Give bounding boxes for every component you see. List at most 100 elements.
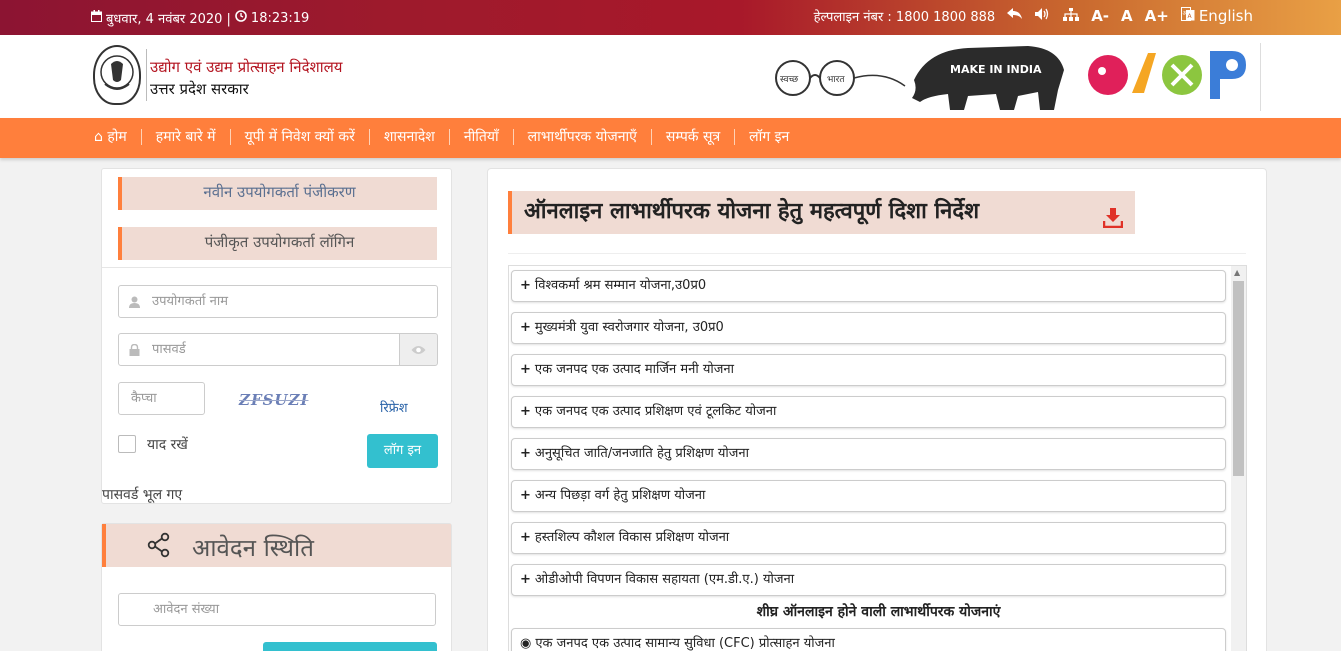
calendar-icon <box>91 10 102 26</box>
captcha-image: ZFSUZI <box>239 391 309 409</box>
password-input[interactable]: पासवर्ड <box>118 333 400 366</box>
nav-item-why-invest[interactable]: यूपी में निवेश क्यों करें <box>229 129 369 145</box>
scheme-label: अनुसूचित जाति/जनजाति हेतु प्रशिक्षण योजन… <box>534 446 749 461</box>
swachh-left-text: स्वच्छ <box>780 75 799 85</box>
upcoming-scheme-label: एक जनपद एक उत्पाद सामान्य सुविधा (CFC) प… <box>535 636 835 651</box>
application-status-title: आवेदन स्थिति <box>192 534 314 562</box>
schemes-heading-text: ऑनलाइन लाभार्थीपरक योजना हेतु महत्वपूर्ण… <box>524 199 980 224</box>
up-emblem-logo[interactable] <box>93 45 141 105</box>
language-toggle[interactable]: अA English <box>1180 7 1253 25</box>
share-icon <box>146 532 172 558</box>
main-nav: ⌂ होम हमारे बारे में यूपी में निवेश क्यो… <box>0 118 1341 158</box>
plus-icon: + <box>520 278 531 293</box>
login-divider <box>102 267 451 268</box>
user-icon <box>129 286 140 320</box>
application-number-input[interactable]: आवेदन संख्या <box>118 593 436 626</box>
plus-icon: + <box>520 404 531 419</box>
scheme-label: एक जनपद एक उत्पाद प्रशिक्षण एवं टूलकिट य… <box>534 404 777 419</box>
scroll-up-icon[interactable]: ▲ <box>1234 268 1240 277</box>
time-text: 18:23:19 <box>250 10 310 26</box>
scheme-label: विश्वकर्मा श्रम सम्मान योजना,उ0प्र0 <box>534 278 707 293</box>
plus-icon: + <box>520 362 531 377</box>
application-status-header: आवेदन स्थिति <box>102 524 451 567</box>
plus-icon: + <box>520 446 531 461</box>
nav-item-login[interactable]: लॉग इन <box>734 129 803 145</box>
sitemap-icon[interactable] <box>1063 7 1080 25</box>
lock-icon <box>129 334 140 368</box>
remember-me-checkbox[interactable] <box>118 435 136 453</box>
password-placeholder: पासवर्ड <box>152 342 186 357</box>
login-button[interactable]: लॉग इन <box>367 434 438 468</box>
dot-circle-icon: ◉ <box>520 636 532 651</box>
remember-me-label[interactable]: याद रखें <box>147 435 188 454</box>
make-in-india-text: MAKE IN INDIA <box>950 63 1042 76</box>
scheme-item[interactable]: + मुख्यमंत्री युवा स्वरोजगार योजना, उ0प्र… <box>511 312 1226 344</box>
nav-item-beneficiary-schemes[interactable]: लाभार्थीपरक योजनाएँ <box>512 129 651 145</box>
nav-item-contact[interactable]: सम्पर्क सूत्र <box>650 129 734 145</box>
tab-registered-user-login[interactable]: पंजीकृत उपयोगकर्ता लॉगिन <box>118 227 437 260</box>
translate-icon: अA <box>1180 7 1195 25</box>
username-input[interactable]: उपयोगकर्ता नाम <box>118 285 438 318</box>
plus-icon: + <box>520 488 531 503</box>
swachh-right-text: भारत <box>827 75 845 85</box>
application-status-panel: आवेदन स्थिति आवेदन संख्या <box>101 523 452 651</box>
scheme-label: अन्य पिछड़ा वर्ग हेतु प्रशिक्षण योजना <box>534 488 706 503</box>
scrollbar-thumb[interactable] <box>1233 281 1244 476</box>
scheme-item[interactable]: + हस्तशिल्प कौशल विकास प्रशिक्षण योजना <box>511 522 1226 554</box>
scheme-list: + विश्वकर्मा श्रम सम्मान योजना,उ0प्र0 + मु… <box>508 265 1247 651</box>
font-normal-button[interactable]: A <box>1121 7 1133 25</box>
scheme-item[interactable]: + अनुसूचित जाति/जनजाति हेतु प्रशिक्षण योज… <box>511 438 1226 470</box>
helpline-text: हेल्पलाइन नंबर : 1800 1800 888 <box>813 10 996 25</box>
clock-icon <box>235 10 247 26</box>
scheme-label: ओडीओपी विपणन विकास सहायता (एम.डी.ए.) योज… <box>534 572 795 587</box>
site-header: उद्योग एवं उद्यम प्रोत्साहन निदेशालय उत्… <box>0 35 1341 118</box>
nav-item-home[interactable]: ⌂ होम <box>94 129 141 145</box>
captcha-refresh-link[interactable]: रिफ्रेश <box>380 398 408 416</box>
scheme-label: एक जनपद एक उत्पाद मार्जिन मनी योजना <box>534 362 734 377</box>
scheme-item[interactable]: + ओडीओपी विपणन विकास सहायता (एम.डी.ए.) यो… <box>511 564 1226 596</box>
heading-rule <box>508 253 1246 254</box>
top-bar: बुधवार, 4 नवंबर 2020 | 18:23:19 हेल्पलाइ… <box>0 0 1341 35</box>
org-subtitle: उत्तर प्रदेश सरकार <box>150 80 249 98</box>
scheme-label: मुख्यमंत्री युवा स्वरोजगार योजना, उ0प्र0 <box>534 320 724 335</box>
scheme-item[interactable]: + एक जनपद एक उत्पाद प्रशिक्षण एवं टूलकिट … <box>511 396 1226 428</box>
date-text: बुधवार, 4 नवंबर 2020 | <box>106 12 231 27</box>
plus-icon: + <box>520 572 531 587</box>
back-icon[interactable] <box>1007 8 1023 24</box>
check-status-button[interactable] <box>263 642 437 651</box>
forgot-password-link[interactable]: पासवर्ड भूल गए <box>102 485 182 504</box>
show-password-button[interactable] <box>399 333 438 366</box>
tab-new-user-registration[interactable]: नवीन उपयोगकर्ता पंजीकरण <box>118 177 437 210</box>
upcoming-scheme-item[interactable]: ◉ एक जनपद एक उत्पाद सामान्य सुविधा (CFC) … <box>511 628 1226 651</box>
captcha-input[interactable]: कैप्चा <box>118 382 205 415</box>
download-icon[interactable] <box>1102 201 1124 229</box>
scheme-label: हस्तशिल्प कौशल विकास प्रशिक्षण योजना <box>534 530 730 545</box>
language-label: English <box>1198 7 1253 25</box>
eye-icon <box>411 343 426 359</box>
plus-icon: + <box>520 320 531 335</box>
nav-item-policies[interactable]: नीतियाँ <box>448 129 513 145</box>
header-divider <box>146 49 147 101</box>
scheme-list-scrollbar[interactable]: ▲ <box>1231 266 1246 651</box>
nav-item-label: होम <box>107 129 127 145</box>
plus-icon: + <box>520 530 531 545</box>
scheme-item[interactable]: + एक जनपद एक उत्पाद मार्जिन मनी योजना <box>511 354 1226 386</box>
swachh-bharat-logo: स्वच्छ भारत <box>773 60 907 100</box>
schemes-panel: ऑनलाइन लाभार्थीपरक योजना हेतु महत्वपूर्ण… <box>487 168 1267 651</box>
nav-item-about[interactable]: हमारे बारे में <box>140 129 230 145</box>
odop-logo <box>1086 43 1250 103</box>
org-name[interactable]: उद्योग एवं उद्यम प्रोत्साहन निदेशालय <box>150 57 343 77</box>
nav-item-government-orders[interactable]: शासनादेश <box>368 129 449 145</box>
application-number-placeholder: आवेदन संख्या <box>153 602 220 617</box>
captcha-placeholder: कैप्चा <box>131 391 157 406</box>
scheme-item[interactable]: + विश्वकर्मा श्रम सम्मान योजना,उ0प्र0 <box>511 270 1226 302</box>
scheme-item[interactable]: + अन्य पिछड़ा वर्ग हेतु प्रशिक्षण योजना <box>511 480 1226 512</box>
login-panel: नवीन उपयोगकर्ता पंजीकरण पंजीकृत उपयोगकर्… <box>101 168 452 504</box>
upcoming-schemes-heading: शीघ्र ऑनलाइन होने वाली लाभार्थीपरक योजना… <box>756 604 1001 620</box>
username-placeholder: उपयोगकर्ता नाम <box>152 294 228 309</box>
font-increase-button[interactable]: A+ <box>1145 7 1169 25</box>
header-separator <box>1260 43 1261 111</box>
sound-icon[interactable] <box>1035 8 1051 24</box>
font-decrease-button[interactable]: A- <box>1091 7 1109 25</box>
schemes-heading: ऑनलाइन लाभार्थीपरक योजना हेतु महत्वपूर्ण… <box>508 191 1135 234</box>
